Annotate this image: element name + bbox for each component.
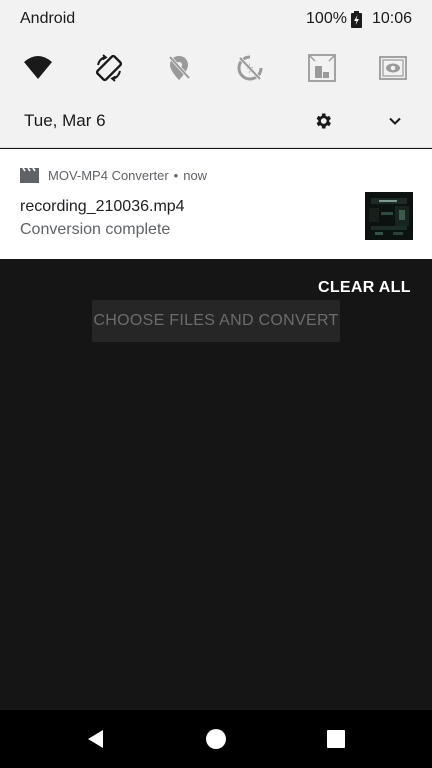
back-button[interactable] bbox=[84, 727, 108, 751]
date-label: Tue, Mar 6 bbox=[24, 111, 106, 130]
carrier-label: Android bbox=[20, 10, 76, 27]
quick-settings-tiles bbox=[0, 48, 432, 88]
video-thumbnail bbox=[365, 192, 413, 240]
quick-settings-panel: Android 100% 10:06 Tue, Mar 6 bbox=[0, 0, 432, 148]
location-tile[interactable] bbox=[159, 48, 199, 88]
gear-icon bbox=[316, 113, 331, 129]
status-bar: Android 100% 10:06 bbox=[0, 0, 432, 38]
clear-all-button[interactable]: CLEAR ALL bbox=[318, 279, 411, 297]
back-icon bbox=[88, 730, 103, 748]
flashlight-icon bbox=[308, 54, 336, 82]
home-button[interactable] bbox=[204, 727, 228, 751]
home-icon bbox=[206, 729, 226, 749]
expand-button[interactable] bbox=[380, 106, 410, 136]
notification-app-name: MOV-MP4 Converter bbox=[48, 168, 169, 183]
status-right: 100% 10:06 bbox=[306, 10, 412, 28]
notification-title: recording_210036.mp4 bbox=[20, 198, 185, 215]
battery-charging-icon bbox=[350, 10, 362, 28]
recents-icon bbox=[327, 730, 345, 748]
clock: 10:06 bbox=[371, 10, 412, 27]
auto-rotate-icon bbox=[95, 54, 123, 82]
notification-text: Conversion complete bbox=[20, 221, 171, 238]
notification-separator: • bbox=[173, 168, 179, 183]
settings-button[interactable] bbox=[308, 106, 338, 136]
cast-icon bbox=[379, 56, 407, 80]
notification-time: now bbox=[183, 168, 208, 183]
choose-files-button[interactable]: CHOOSE FILES AND CONVERT bbox=[92, 300, 340, 342]
location-off-icon bbox=[168, 55, 191, 80]
wifi-tile[interactable] bbox=[18, 48, 58, 88]
movie-clapper-icon bbox=[20, 168, 39, 183]
notification-card[interactable]: MOV-MP4 Converter • now recording_210036… bbox=[0, 149, 432, 259]
navigation-bar bbox=[0, 710, 432, 768]
video-thumbnail-image bbox=[365, 192, 413, 240]
chevron-down-icon bbox=[389, 117, 401, 125]
flashlight-tile[interactable] bbox=[302, 48, 342, 88]
recents-button[interactable] bbox=[324, 727, 348, 751]
battery-saver-tile[interactable] bbox=[230, 48, 270, 88]
date-row: Tue, Mar 6 bbox=[0, 102, 432, 140]
battery-percent: 100% bbox=[306, 10, 347, 27]
notification-header: MOV-MP4 Converter • now bbox=[20, 168, 207, 183]
wifi-icon bbox=[24, 56, 52, 79]
battery-saver-off-icon bbox=[237, 55, 263, 81]
shade-divider bbox=[0, 147, 432, 148]
cast-tile[interactable] bbox=[373, 48, 413, 88]
auto-rotate-tile[interactable] bbox=[89, 48, 129, 88]
